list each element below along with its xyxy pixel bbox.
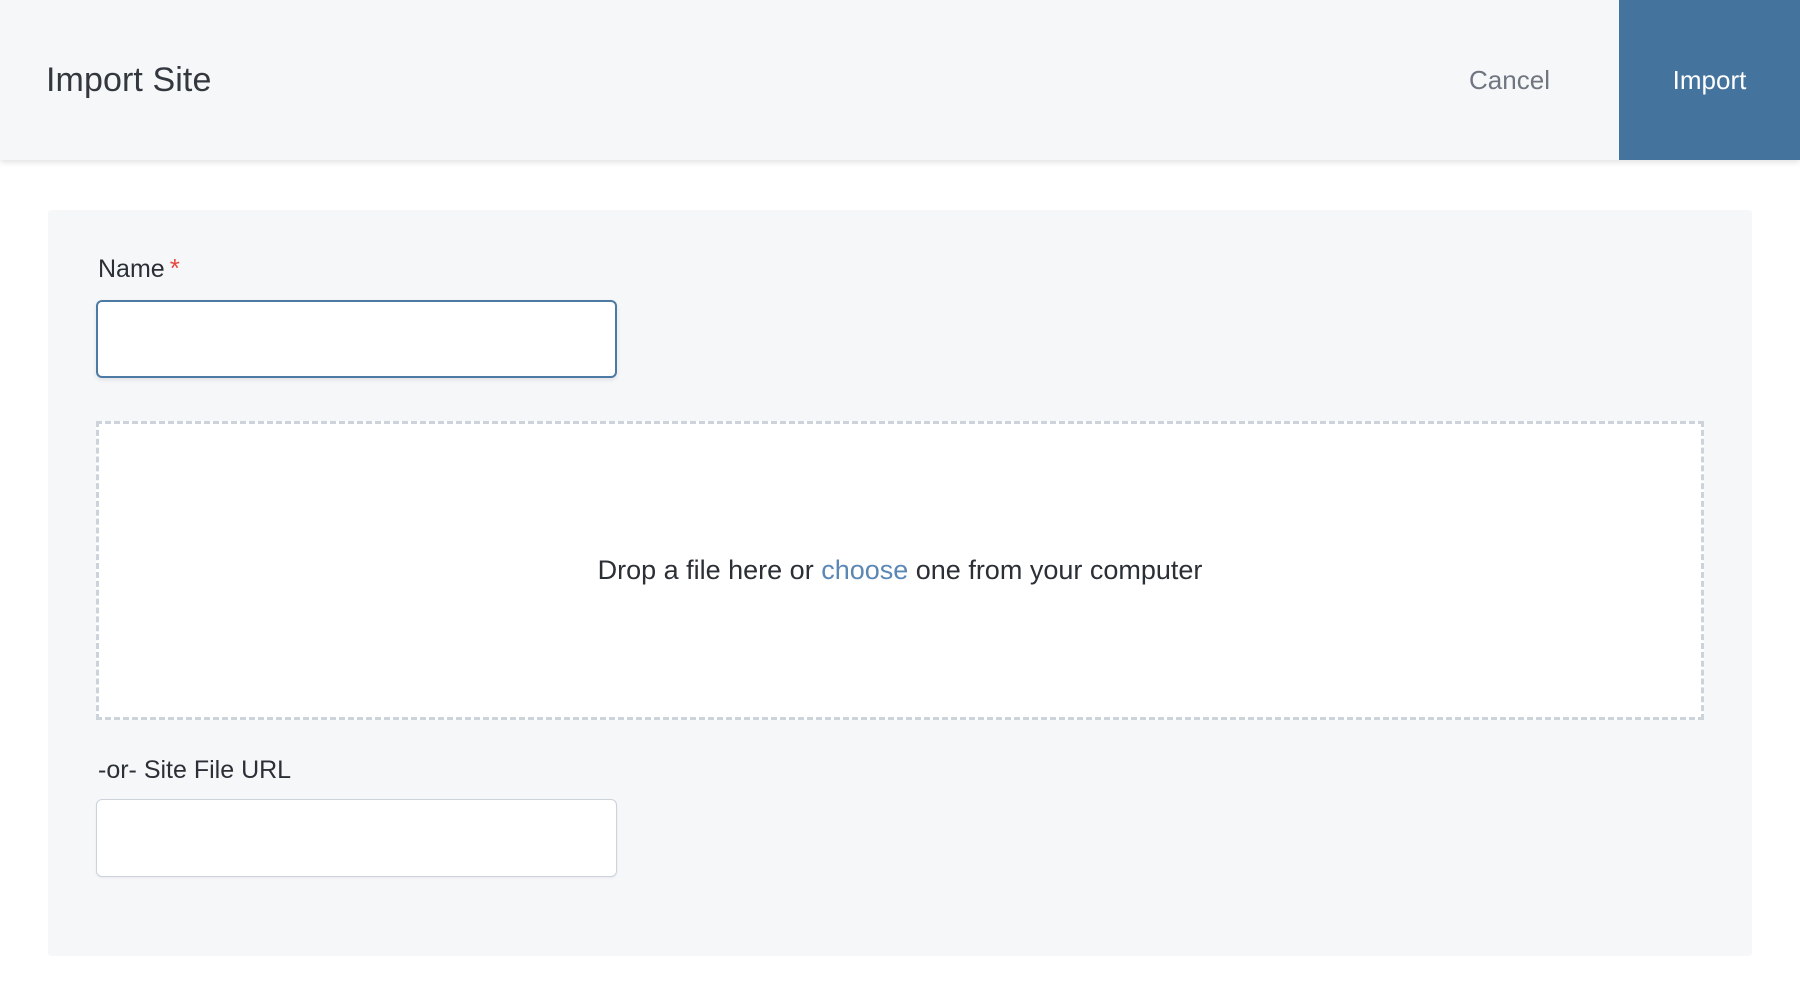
file-dropzone[interactable]: Drop a file here or choose one from your… (96, 421, 1704, 720)
name-input[interactable] (96, 300, 617, 378)
cancel-button[interactable]: Cancel (1400, 0, 1619, 160)
dropzone-instructions: Drop a file here or choose one from your… (598, 555, 1203, 586)
dropzone-text-after: one from your computer (908, 555, 1203, 585)
dropzone-text-before: Drop a file here or (597, 555, 822, 585)
page-body: Name * Drop a file here or choose one fro… (0, 160, 1800, 1006)
name-label-text: Name (98, 255, 165, 283)
site-file-url-input[interactable] (96, 799, 617, 877)
name-field-group: Name * (96, 255, 1704, 378)
url-field-group: -or- Site File URL (96, 758, 1704, 877)
choose-file-link[interactable]: choose (821, 555, 908, 585)
page-title: Import Site (46, 60, 212, 99)
header-actions: Cancel Import (1400, 0, 1800, 160)
name-label: Name * (98, 255, 1704, 282)
page-header: Import Site Cancel Import (0, 0, 1800, 160)
import-button[interactable]: Import (1619, 0, 1800, 160)
required-asterisk-icon: * (169, 253, 180, 283)
import-form-panel: Name * Drop a file here or choose one fro… (48, 210, 1752, 956)
url-label: -or- Site File URL (98, 756, 292, 784)
